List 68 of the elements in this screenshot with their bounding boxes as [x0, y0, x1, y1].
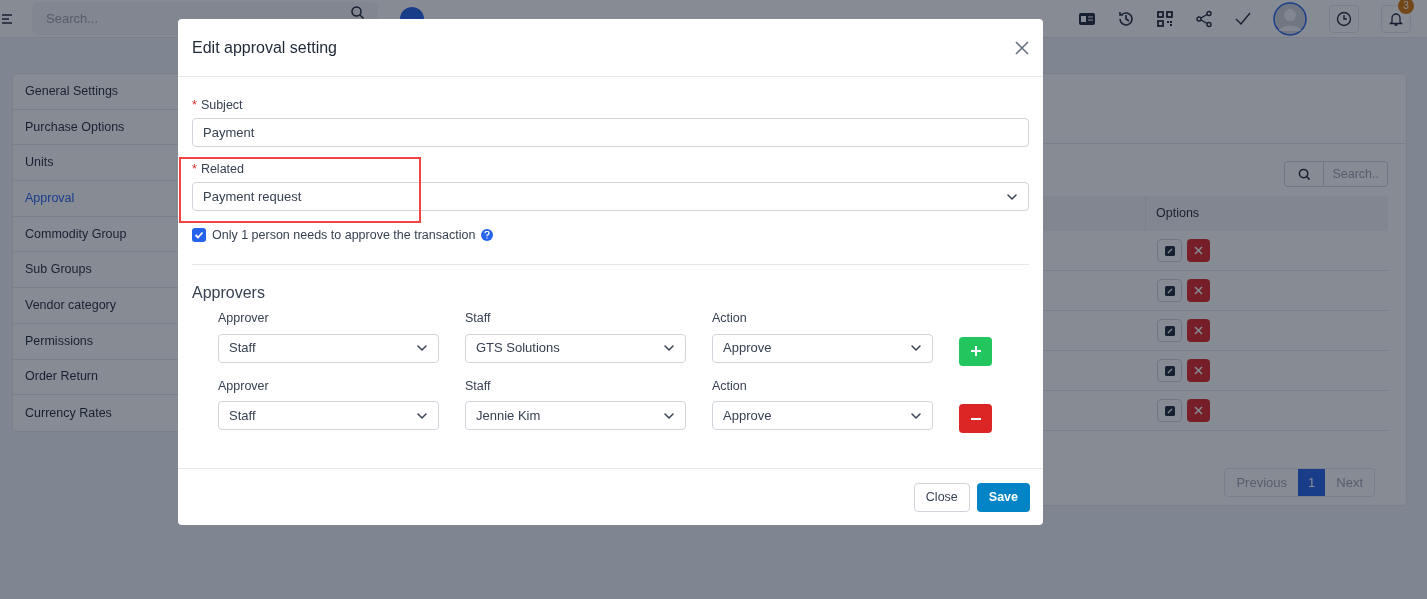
edit-icon — [1164, 365, 1175, 376]
delete-button[interactable] — [1187, 319, 1210, 342]
search-icon — [351, 6, 364, 19]
page-button[interactable]: 1 — [1298, 469, 1326, 496]
avatar-icon[interactable] — [1273, 1, 1307, 36]
edit-button[interactable] — [1157, 239, 1182, 262]
related-select[interactable]: Payment request — [192, 182, 1029, 211]
delete-button[interactable] — [1187, 399, 1210, 422]
modal-title: Edit approval setting — [192, 37, 337, 58]
close-icon[interactable] — [1015, 40, 1029, 55]
approver-select[interactable]: Staff — [218, 401, 439, 431]
field-label: Action — [712, 309, 748, 327]
edit-button[interactable] — [1157, 279, 1182, 302]
delete-button[interactable] — [1187, 279, 1210, 302]
bell-icon — [1388, 10, 1404, 27]
close-icon — [1194, 406, 1203, 415]
remove-row-button[interactable] — [959, 404, 992, 434]
clock-icon — [1336, 10, 1352, 27]
edit-button[interactable] — [1157, 319, 1182, 342]
edit-icon — [1164, 285, 1175, 296]
checkbox-label: Only 1 person needs to approve the transaction — [212, 227, 476, 244]
required-mark: * — [192, 98, 197, 112]
close-icon — [1194, 286, 1203, 295]
close-button[interactable]: Close — [913, 482, 970, 512]
field-label: Staff — [465, 377, 492, 395]
plus-icon — [970, 346, 981, 356]
delete-button[interactable] — [1187, 239, 1210, 262]
section-heading: Approvers — [192, 282, 266, 303]
minus-icon — [970, 417, 981, 420]
share-icon[interactable] — [1195, 9, 1213, 28]
column-header: Options — [1155, 205, 1201, 223]
field-label: Action — [712, 377, 748, 395]
action-select[interactable]: Approve — [712, 401, 933, 431]
menu-icon[interactable] — [2, 13, 14, 24]
edit-button[interactable] — [1157, 359, 1182, 382]
id-card-icon[interactable] — [1079, 12, 1095, 25]
edit-icon — [1164, 325, 1175, 336]
required-mark: * — [192, 162, 197, 176]
chevron-down-icon — [416, 342, 428, 354]
checkbox[interactable] — [192, 228, 206, 243]
approver-select[interactable]: Staff — [218, 333, 439, 363]
save-button[interactable]: Save — [976, 482, 1030, 512]
field-label: Approver — [218, 377, 270, 395]
field-label: Related — [200, 162, 244, 176]
qr-code-icon[interactable] — [1157, 10, 1173, 27]
action-select[interactable]: Approve — [712, 333, 933, 363]
person-select[interactable]: GTS Solutions — [465, 333, 686, 363]
check-icon — [194, 230, 204, 241]
chevron-down-icon — [663, 342, 675, 354]
chevron-down-icon — [910, 342, 922, 354]
field-label: Approver — [218, 309, 270, 327]
help-icon — [481, 229, 494, 242]
clock-button[interactable] — [1329, 4, 1359, 33]
field-label: Staff — [465, 309, 492, 327]
delete-button[interactable] — [1187, 359, 1210, 382]
person-select[interactable]: Jennie Kim — [465, 401, 686, 431]
edit-button[interactable] — [1157, 399, 1182, 422]
edit-icon — [1164, 245, 1175, 256]
search-icon — [1297, 167, 1311, 181]
check-icon[interactable] — [1235, 11, 1251, 26]
history-icon[interactable] — [1117, 9, 1135, 28]
subject-field[interactable]: Payment — [192, 118, 1029, 147]
notification-badge: 3 — [1398, 0, 1414, 14]
edit-icon — [1164, 405, 1175, 416]
close-icon — [1194, 326, 1203, 335]
close-icon — [1194, 366, 1203, 375]
close-icon — [1194, 246, 1203, 255]
field-label: Subject — [200, 98, 243, 112]
